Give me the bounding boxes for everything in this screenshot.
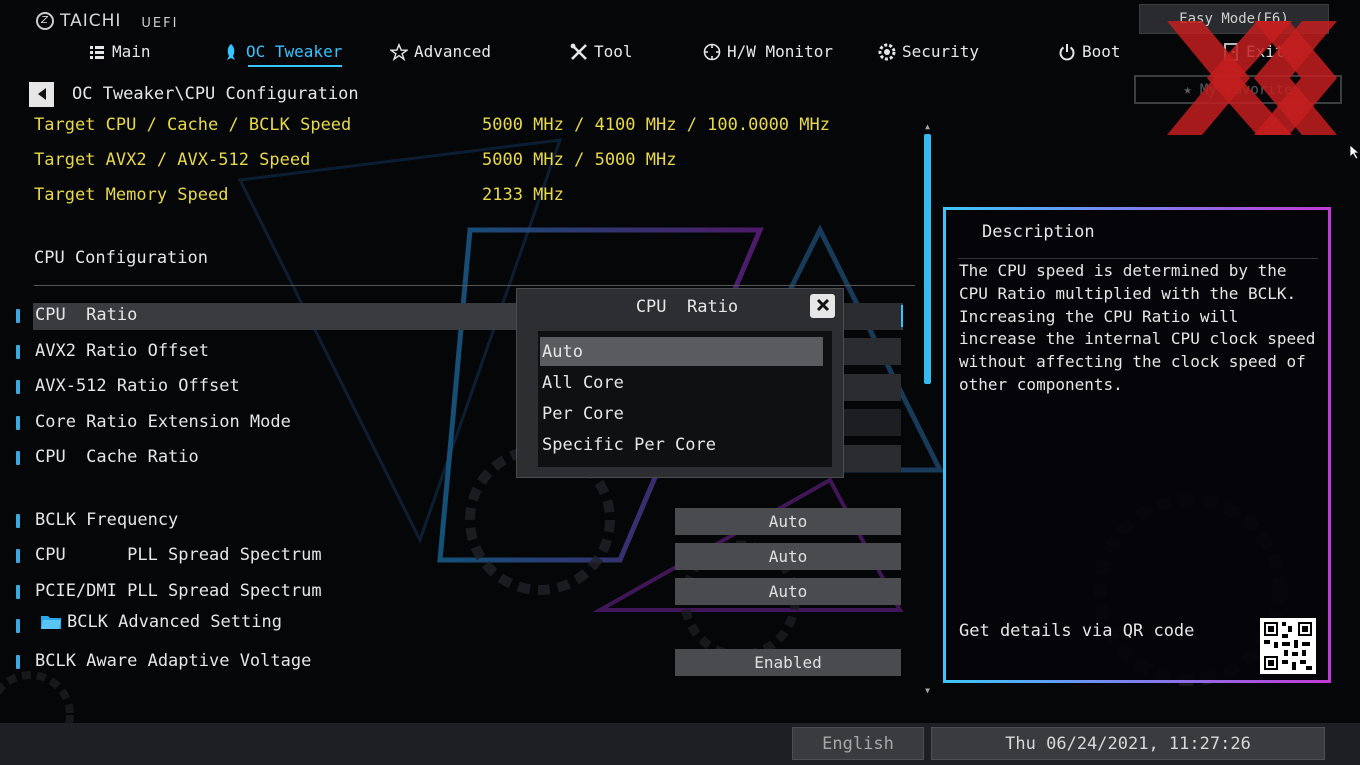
tab-boot[interactable]: Boot — [1058, 42, 1121, 61]
brand-suffix: UEFI — [141, 16, 179, 31]
tab-tool-label: Tool — [594, 42, 633, 61]
setting-label: AVX-512 Ratio Offset — [35, 376, 240, 396]
popup-option-specific-per-core[interactable]: Specific Per Core — [540, 430, 823, 459]
tab-main-label: Main — [112, 42, 151, 61]
tab-advanced[interactable]: Advanced — [390, 42, 491, 61]
cpu-ratio-popup: CPU Ratio Auto All Core Per Core Specifi… — [516, 288, 844, 478]
rocket-icon — [222, 43, 240, 61]
shield-icon — [878, 43, 896, 61]
tab-security-label: Security — [902, 42, 980, 61]
qr-code-label: Get details via QR code — [959, 621, 1195, 641]
target-avx-speed-value: 5000 MHz / 5000 MHz — [482, 150, 677, 170]
tab-hw-monitor[interactable]: H/W Monitor — [703, 42, 833, 61]
folder-icon — [41, 616, 61, 629]
datetime-display: Thu 06/24/2021, 11:27:26 — [931, 727, 1325, 760]
mouse-cursor-icon — [1349, 144, 1360, 160]
tab-boot-label: Boot — [1082, 42, 1121, 61]
section-title: CPU Configuration — [34, 248, 208, 268]
scroll-up-arrow-icon[interactable]: ▲ — [923, 122, 932, 131]
description-line: The CPU speed is determined by the — [959, 261, 1287, 280]
row-marker — [16, 416, 20, 430]
section-divider — [34, 285, 915, 286]
list-icon — [88, 43, 106, 61]
popup-close-button[interactable] — [810, 294, 835, 318]
popup-option-all-core[interactable]: All Core — [540, 368, 823, 397]
setting-label: Core Ratio Extension Mode — [35, 412, 291, 432]
star-icon — [390, 42, 408, 61]
power-icon — [1058, 43, 1076, 61]
setting-label: CPU Cache Ratio — [35, 447, 199, 467]
description-line: increase the internal CPU clock speed — [959, 329, 1316, 349]
row-marker — [16, 619, 20, 633]
description-divider — [958, 258, 1318, 259]
main-nav: Main OC Tweaker Advanced Tool H/W Monito… — [0, 42, 1121, 67]
row-marker — [16, 451, 20, 465]
row-marker — [16, 549, 20, 563]
brand-name: TAICHI — [60, 10, 122, 31]
breadcrumb: OC Tweaker\CPU Configuration — [72, 84, 359, 104]
tools-icon — [570, 43, 588, 61]
setting-value-box[interactable]: Auto — [675, 508, 901, 535]
setting-value-box[interactable]: Enabled — [675, 649, 901, 676]
taichi-logo-icon: Z — [36, 11, 54, 30]
target-avx-speed-label: Target AVX2 / AVX-512 Speed — [34, 150, 311, 170]
tab-security[interactable]: Security — [878, 42, 979, 61]
settings-scrollbar[interactable]: ▲ ▼ — [923, 122, 932, 696]
target-cpu-speed-label: Target CPU / Cache / BCLK Speed — [34, 115, 352, 135]
setting-label: BCLK Frequency — [35, 510, 179, 530]
qr-code-icon — [1260, 618, 1316, 674]
description-panel: Description The CPU speed is determined … — [943, 207, 1331, 683]
popup-title: CPU Ratio — [635, 297, 739, 317]
row-marker — [16, 345, 20, 359]
tab-hw-monitor-label: H/W Monitor — [727, 42, 833, 61]
setting-label: BCLK Advanced Setting — [67, 612, 282, 632]
row-marker — [16, 380, 20, 394]
back-button[interactable] — [29, 82, 54, 107]
crosshair-icon — [703, 43, 721, 61]
language-button[interactable]: English — [792, 727, 924, 760]
setting-label: CPU Ratio — [35, 305, 138, 325]
description-title: Description — [982, 222, 1095, 242]
brand-logo: Z TAICHI UEFI — [36, 10, 178, 31]
tab-main[interactable]: Main — [88, 42, 151, 61]
target-memory-speed-value: 2133 MHz — [482, 185, 564, 205]
setting-value-box[interactable]: Auto — [675, 578, 901, 605]
row-marker — [16, 655, 20, 669]
target-cpu-speed-value: 5000 MHz / 4100 MHz / 100.0000 MHz — [482, 115, 830, 135]
close-icon — [816, 297, 830, 316]
description-text: The CPU speed is determined by the CPU R… — [959, 260, 1319, 397]
scroll-down-arrow-icon[interactable]: ▼ — [923, 686, 932, 695]
setting-label: PCIE/DMI PLL Spread Spectrum — [35, 581, 322, 601]
row-marker — [16, 585, 20, 599]
back-arrow-icon — [37, 85, 47, 104]
description-line: other components. — [959, 374, 1123, 394]
row-marker — [16, 514, 20, 528]
description-line: without affecting the clock speed of — [959, 352, 1306, 372]
setting-label: AVX2 Ratio Offset — [35, 341, 209, 361]
popup-option-auto[interactable]: Auto — [540, 337, 823, 366]
scroll-thumb[interactable] — [924, 134, 931, 384]
target-memory-speed-label: Target Memory Speed — [34, 185, 229, 205]
description-line: Increasing the CPU Ratio will — [959, 306, 1239, 326]
popup-options-list: Auto All Core Per Core Specific Per Core — [538, 331, 832, 467]
description-line: CPU Ratio multiplied with the BCLK. — [959, 283, 1297, 303]
setting-label: CPU PLL Spread Spectrum — [35, 545, 322, 565]
tab-oc-tweaker-label: OC Tweaker — [246, 42, 343, 61]
row-marker — [16, 309, 20, 323]
watermark-xx-icon — [1167, 21, 1337, 135]
tab-oc-tweaker[interactable]: OC Tweaker — [222, 42, 343, 67]
tab-tool[interactable]: Tool — [570, 42, 633, 61]
popup-option-per-core[interactable]: Per Core — [540, 399, 823, 428]
active-tab-underline — [248, 65, 343, 67]
setting-label: BCLK Aware Adaptive Voltage — [35, 651, 312, 671]
tab-advanced-label: Advanced — [414, 42, 492, 61]
setting-value-box[interactable]: Auto — [675, 543, 901, 570]
